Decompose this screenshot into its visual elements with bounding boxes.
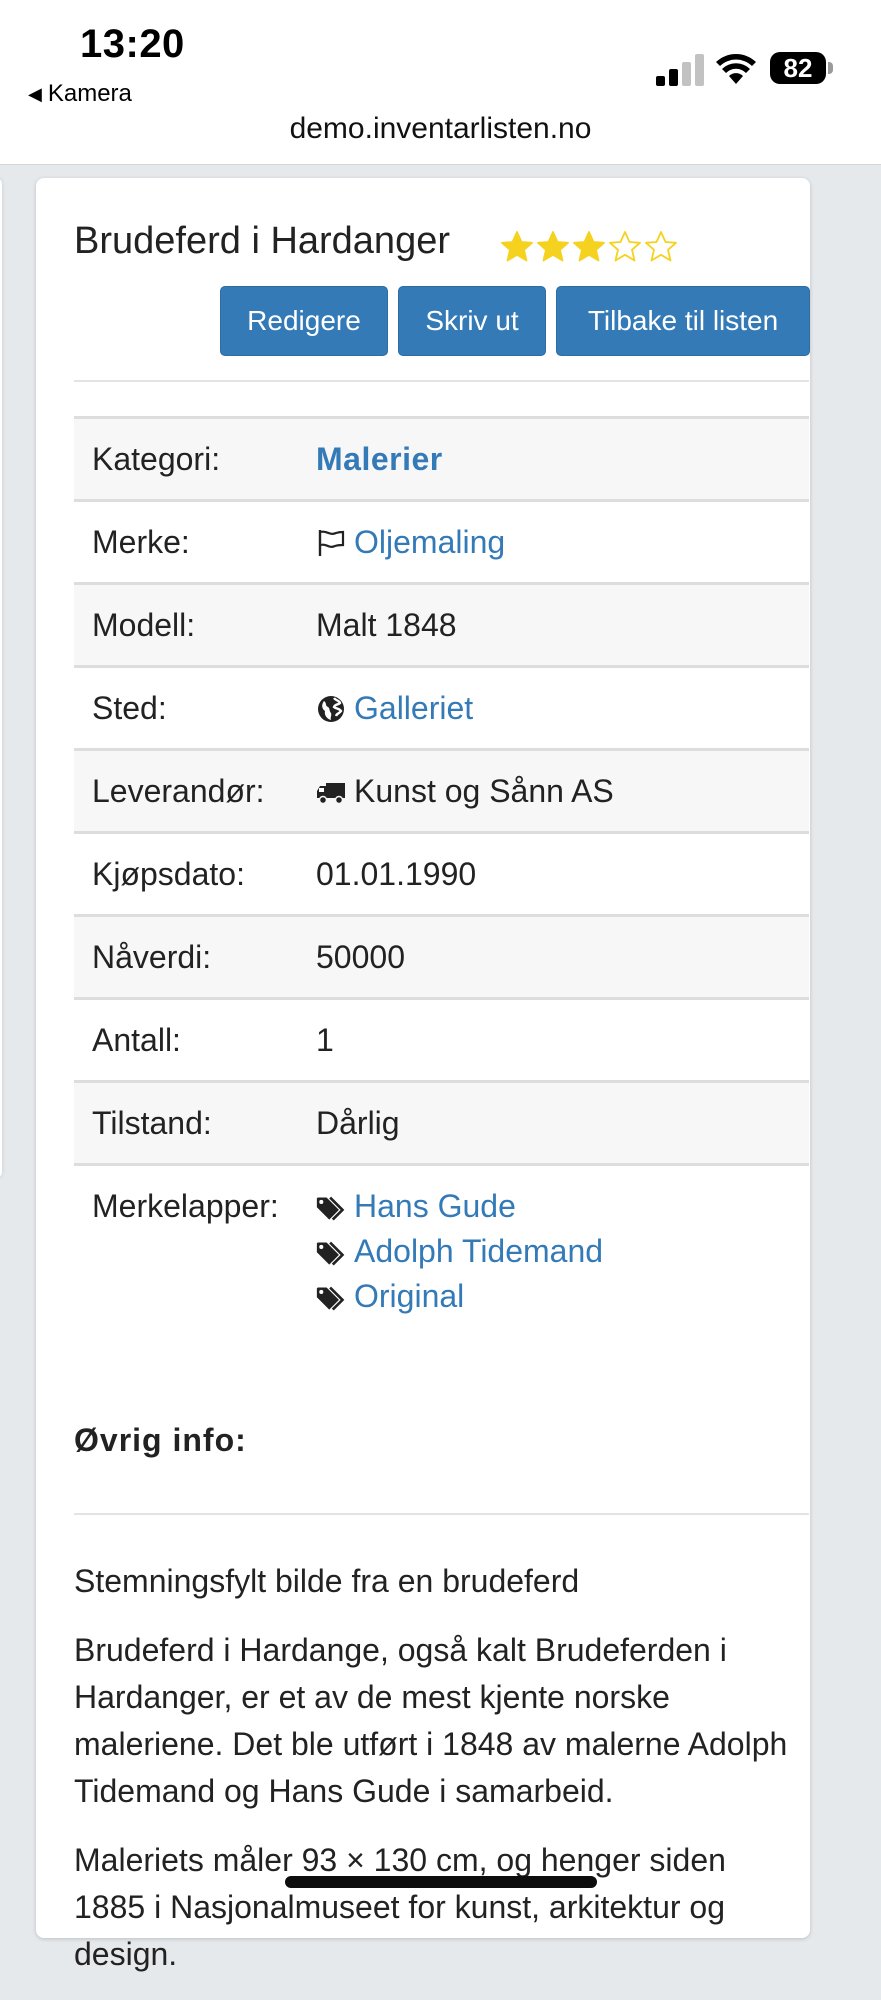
star-empty-icon: [645, 231, 677, 262]
battery-percent: 82: [783, 52, 813, 83]
status-time: 13:20: [80, 22, 185, 66]
purchase-date-value: 01.01.1990: [316, 856, 477, 892]
row-quantity: Antall: 1: [74, 997, 809, 1080]
divider: [74, 380, 809, 382]
cellular-signal-icon: [656, 54, 704, 86]
tags-icon: [316, 1286, 345, 1311]
status-bar: 13:20 ◀ Kamera 82 demo.inventarlisten.no: [0, 0, 881, 165]
condition-value: Dårlig: [316, 1105, 400, 1141]
row-location: Sted: Galleriet: [74, 665, 809, 748]
back-triangle-icon: ◀: [28, 83, 42, 104]
back-app-label: Kamera: [47, 80, 132, 107]
purchase-date-label: Kjøpsdato:: [92, 856, 245, 892]
print-button[interactable]: Skriv ut: [398, 286, 546, 356]
flag-icon: [318, 530, 345, 556]
model-value: Malt 1848: [316, 607, 457, 643]
row-tags: Merkelapper: Hans Gude Adolph Tidemand O…: [74, 1163, 809, 1329]
item-title: Brudeferd i Hardanger: [74, 220, 450, 262]
star-empty-icon: [609, 231, 641, 262]
star-filled-icon: [573, 231, 605, 262]
category-label: Kategori:: [92, 441, 221, 477]
location-link[interactable]: Galleriet: [354, 690, 473, 727]
description-paragraph: Brudeferd i Hardange, også kalt Brudefer…: [74, 1632, 788, 1809]
supplier-value: Kunst og Sånn AS: [354, 773, 614, 809]
quantity-label: Antall:: [92, 1022, 181, 1058]
row-current-value: Nåverdi: 50000: [74, 914, 809, 997]
wifi-icon: [716, 54, 756, 84]
side-panel-edge: [0, 178, 2, 1178]
star-filled-icon: [501, 231, 533, 262]
tag-item[interactable]: Adolph Tidemand: [316, 1233, 603, 1270]
back-to-list-button[interactable]: Tilbake til listen: [556, 286, 810, 356]
supplier-label: Leverandør:: [92, 773, 265, 809]
row-supplier: Leverandør: Kunst og Sånn AS: [74, 748, 809, 831]
row-purchase-date: Kjøpsdato: 01.01.1990: [74, 831, 809, 914]
battery-indicator: 82: [770, 52, 833, 86]
tags-icon: [316, 1241, 345, 1266]
globe-icon: [318, 696, 344, 722]
description-paragraph: Maleriets måler 93 × 130 cm, og henger s…: [74, 1842, 726, 1972]
tag-list: Hans Gude Adolph Tidemand Original: [316, 1188, 603, 1329]
brand-label: Merke:: [92, 524, 190, 560]
edit-button[interactable]: Redigere: [220, 286, 388, 356]
current-value-label: Nåverdi:: [92, 939, 212, 975]
tag-link[interactable]: Original: [354, 1278, 464, 1315]
action-buttons: Redigere Skriv ut Tilbake til listen: [220, 286, 810, 356]
row-condition: Tilstand: Dårlig: [74, 1080, 809, 1163]
back-to-app-link[interactable]: ◀ Kamera: [28, 80, 132, 108]
description-paragraph: Stemningsfylt bilde fra en brudeferd: [74, 1563, 580, 1599]
tag-item[interactable]: Hans Gude: [316, 1188, 603, 1225]
row-category: Kategori: Malerier: [74, 416, 809, 499]
divider: [74, 1513, 809, 1515]
item-detail-card: Brudeferd i Hardanger Redigere Skriv ut …: [36, 178, 810, 1972]
model-label: Modell:: [92, 607, 196, 643]
row-brand: Merke: Oljemaling: [74, 499, 809, 582]
condition-label: Tilstand:: [92, 1105, 212, 1141]
rating-stars: [500, 230, 678, 264]
star-filled-icon: [537, 231, 569, 262]
tags-label: Merkelapper:: [92, 1188, 279, 1224]
other-info-heading: Øvrig info:: [74, 1422, 247, 1458]
tags-icon: [316, 1196, 345, 1221]
info-table: Kategori: Malerier Merke: Oljemaling Mod…: [74, 416, 809, 1329]
other-info-text: Stemningsfylt bilde fra en brudeferd Bru…: [74, 1558, 794, 2000]
location-label: Sted:: [92, 690, 167, 726]
tag-link[interactable]: Hans Gude: [354, 1188, 516, 1225]
truck-icon: [317, 783, 345, 805]
tag-item[interactable]: Original: [316, 1278, 603, 1315]
row-model: Modell: Malt 1848: [74, 582, 809, 665]
quantity-value: 1: [316, 1022, 334, 1058]
brand-link[interactable]: Oljemaling: [354, 524, 505, 561]
url-bar[interactable]: demo.inventarlisten.no: [0, 112, 881, 146]
home-indicator: [285, 1876, 597, 1888]
current-value-value: 50000: [316, 939, 405, 975]
tag-link[interactable]: Adolph Tidemand: [354, 1233, 603, 1270]
category-link[interactable]: Malerier: [316, 441, 443, 478]
